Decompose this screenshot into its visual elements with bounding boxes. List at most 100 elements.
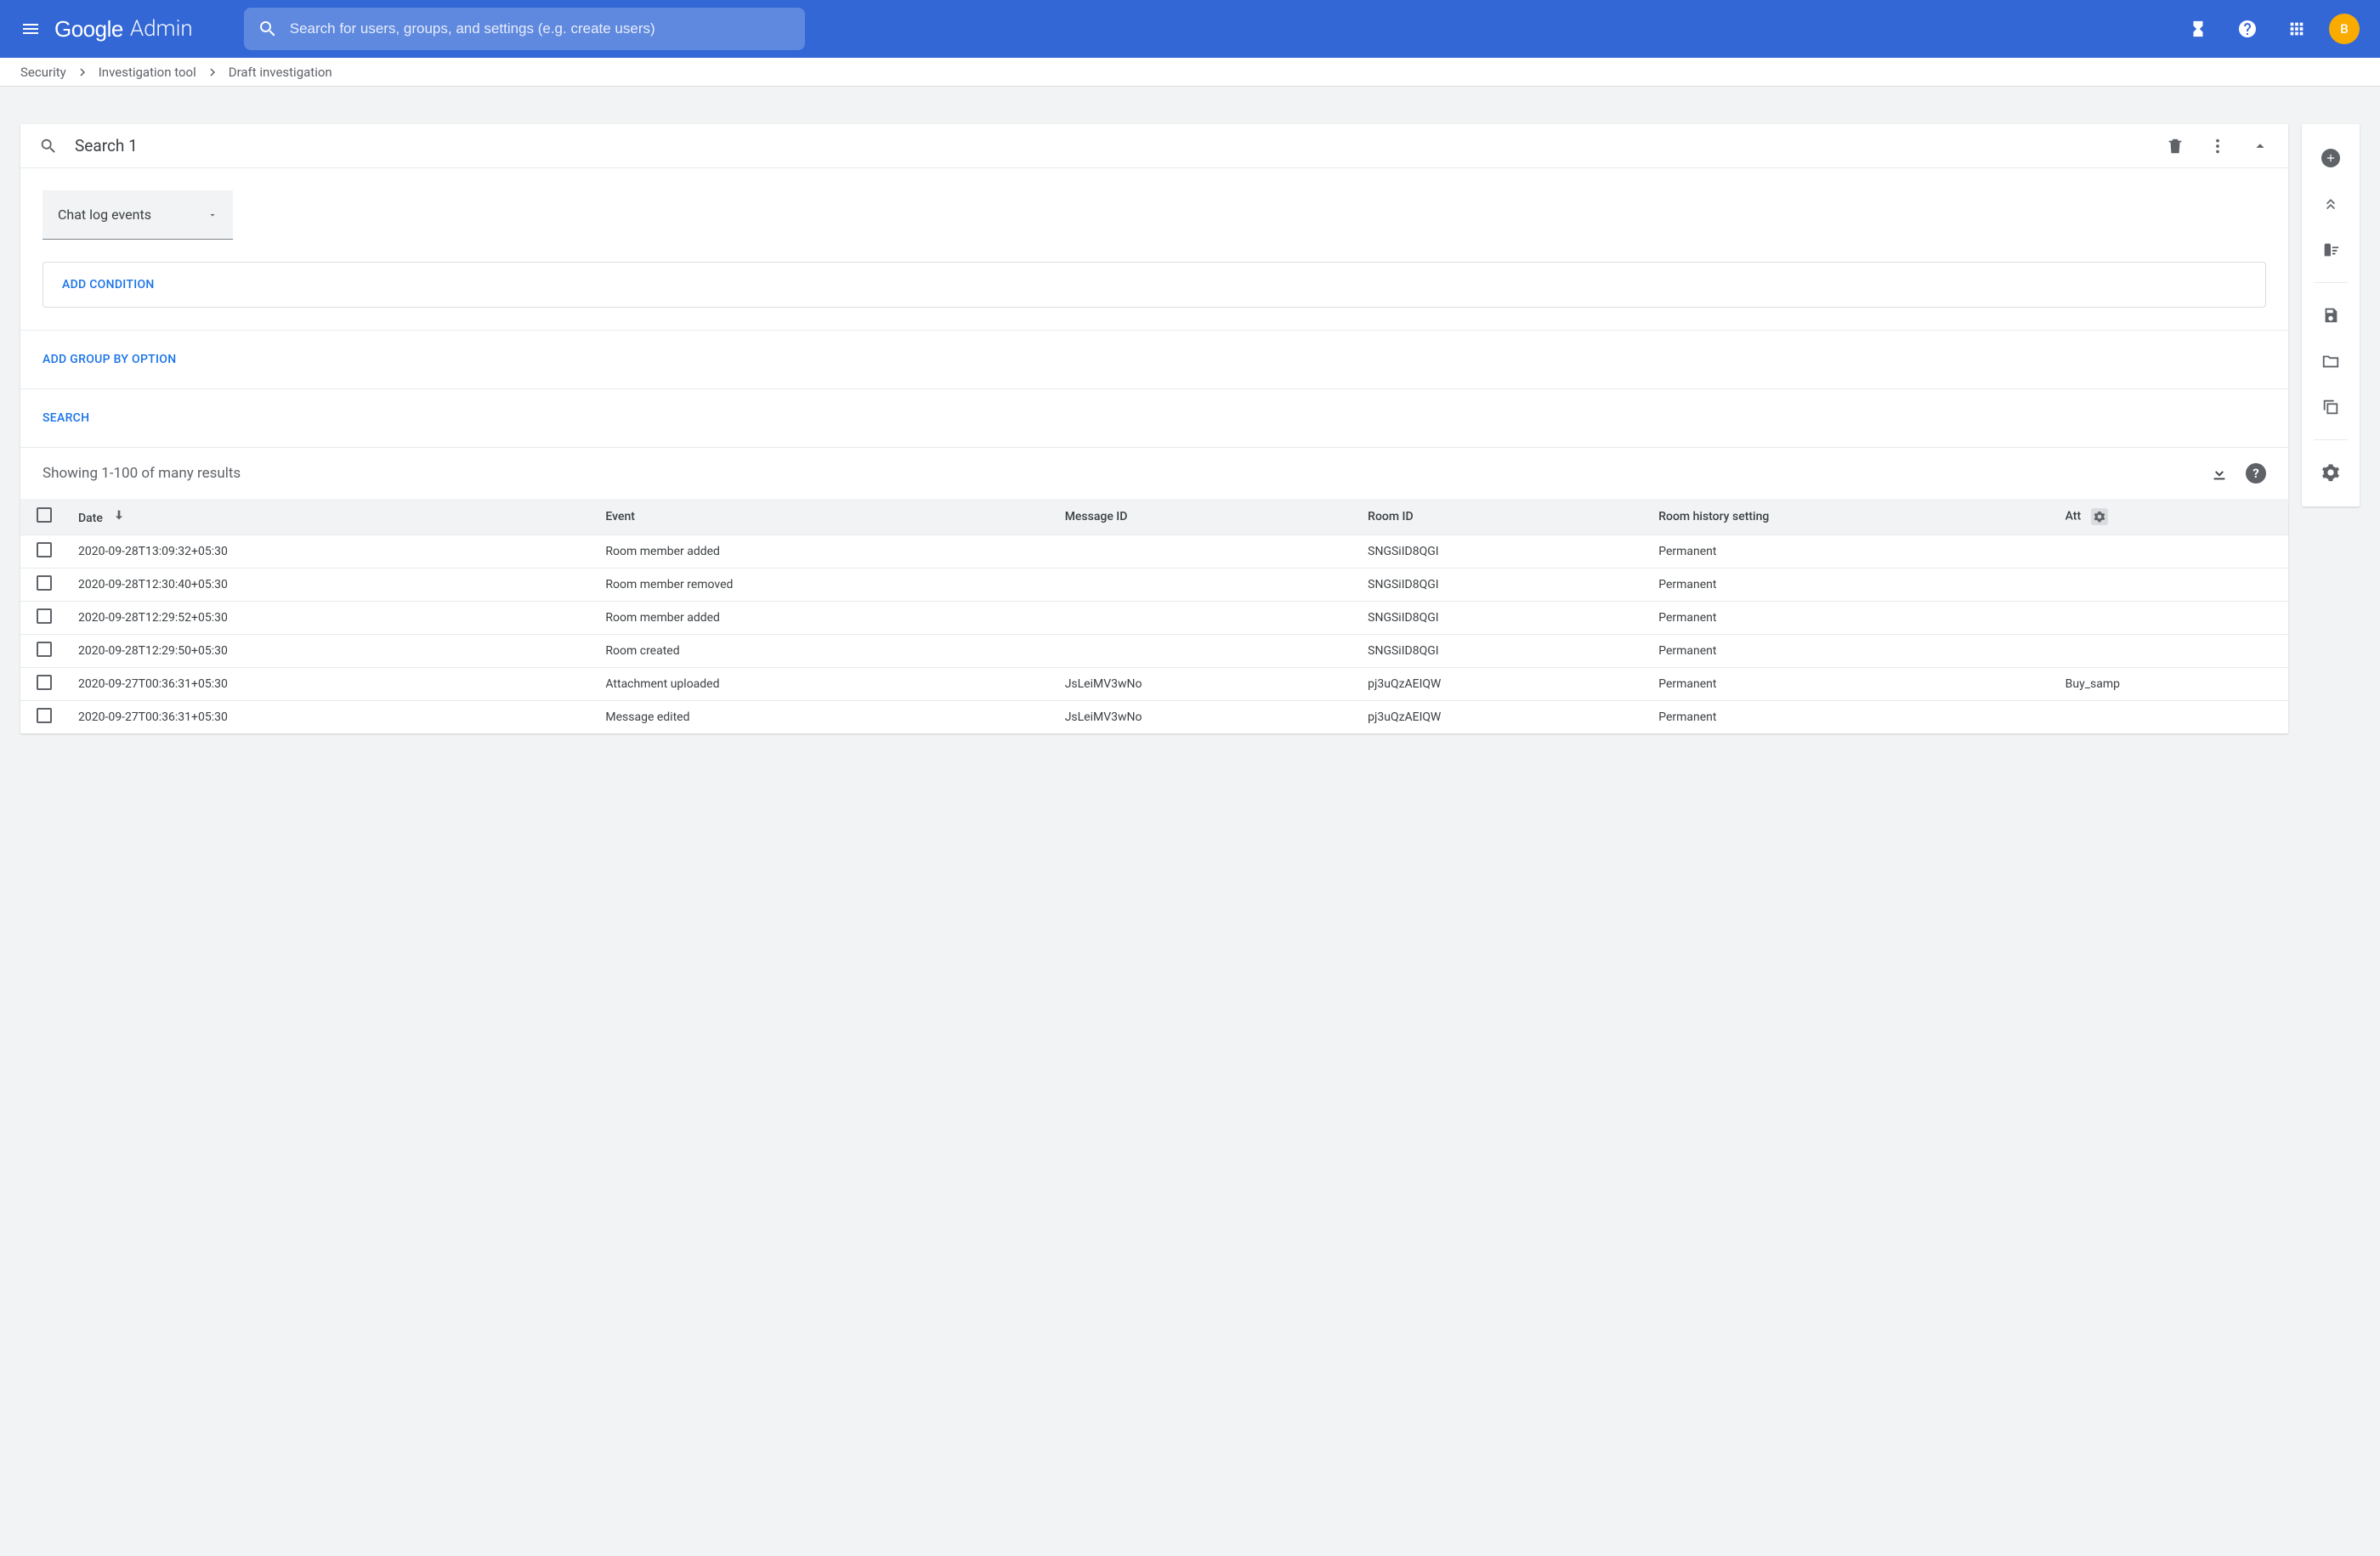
chevron-up-icon[interactable] — [2251, 137, 2270, 156]
cell-date: 2020-09-28T12:29:52+05:30 — [68, 602, 595, 635]
table-row[interactable]: 2020-09-27T00:36:31+05:30Message editedJ… — [20, 701, 2288, 734]
cell-date: 2020-09-27T00:36:31+05:30 — [68, 668, 595, 701]
cell-history: Permanent — [1648, 635, 2054, 668]
cell-history: Permanent — [1648, 701, 2054, 734]
cell-message-id — [1055, 602, 1357, 635]
results-help-button[interactable]: ? — [2246, 463, 2266, 484]
delete-icon[interactable] — [2166, 137, 2184, 156]
row-checkbox[interactable] — [37, 575, 52, 591]
collapse-all-button[interactable] — [2310, 184, 2351, 224]
app-logo[interactable]: Google Admin — [54, 16, 193, 42]
save-button[interactable] — [2310, 295, 2351, 336]
add-group-by-button[interactable]: ADD GROUP BY OPTION — [42, 353, 176, 366]
account-avatar[interactable]: B — [2329, 14, 2360, 44]
cell-room-id: SNGSiID8QGI — [1357, 602, 1648, 635]
open-button[interactable] — [2310, 341, 2351, 382]
breadcrumb-investigation-tool[interactable]: Investigation tool — [99, 65, 196, 80]
folder-icon — [2321, 352, 2340, 371]
search-title: Search 1 — [75, 136, 2154, 156]
cell-message-id — [1055, 569, 1357, 602]
table-row[interactable]: 2020-09-28T12:29:50+05:30Room createdSNG… — [20, 635, 2288, 668]
clear-results-button[interactable] — [2310, 229, 2351, 270]
search-button[interactable]: SEARCH — [42, 411, 89, 425]
cell-history: Permanent — [1648, 535, 2054, 569]
datasource-section: Chat log events ADD CONDITION — [20, 168, 2288, 331]
more-vert-icon[interactable] — [2208, 137, 2227, 156]
delete-sweep-icon — [2321, 240, 2340, 259]
row-checkbox[interactable] — [37, 608, 52, 624]
condition-container: ADD CONDITION — [42, 262, 2266, 308]
gear-icon — [2094, 511, 2105, 523]
table-row[interactable]: 2020-09-28T13:09:32+05:30Room member add… — [20, 535, 2288, 569]
results-summary-bar: Showing 1-100 of many results ? — [20, 448, 2288, 499]
cell-message-id — [1055, 535, 1357, 569]
copy-button[interactable] — [2310, 387, 2351, 427]
double-chevron-up-icon — [2322, 195, 2339, 212]
search-card-header: Search 1 — [20, 124, 2288, 168]
table-row[interactable]: 2020-09-27T00:36:31+05:30Attachment uplo… — [20, 668, 2288, 701]
cell-history: Permanent — [1648, 602, 2054, 635]
cell-date: 2020-09-27T00:36:31+05:30 — [68, 701, 595, 734]
global-search-box[interactable] — [244, 8, 805, 50]
search-card: Search 1 Chat log events ADD CONDITION A… — [20, 124, 2288, 733]
row-checkbox[interactable] — [37, 708, 52, 723]
cell-event: Room member added — [595, 535, 1054, 569]
add-search-button[interactable] — [2310, 138, 2351, 178]
plus-circle-icon — [2321, 149, 2340, 167]
admin-logo-text: Admin — [130, 16, 193, 42]
main-menu-button[interactable] — [10, 8, 51, 49]
results-summary-text: Showing 1-100 of many results — [42, 465, 241, 482]
avatar-initial: B — [2340, 21, 2348, 37]
column-header-room-id[interactable]: Room ID — [1357, 499, 1648, 535]
cell-history: Permanent — [1648, 668, 2054, 701]
column-header-date[interactable]: Date — [68, 499, 595, 535]
google-logo-text: Google — [54, 16, 123, 42]
table-row[interactable]: 2020-09-28T12:30:40+05:30Room member rem… — [20, 569, 2288, 602]
right-rail — [2302, 124, 2360, 506]
column-header-event[interactable]: Event — [595, 499, 1054, 535]
settings-button[interactable] — [2310, 452, 2351, 493]
cell-event: Room member removed — [595, 569, 1054, 602]
gear-icon — [2321, 463, 2340, 482]
cell-attachment — [2055, 635, 2288, 668]
cell-date: 2020-09-28T12:29:50+05:30 — [68, 635, 595, 668]
select-all-checkbox[interactable] — [37, 507, 52, 523]
group-by-section: ADD GROUP BY OPTION — [20, 331, 2288, 389]
column-header-room-history[interactable]: Room history setting — [1648, 499, 2054, 535]
sort-desc-icon — [112, 508, 126, 522]
cell-event: Attachment uploaded — [595, 668, 1054, 701]
row-checkbox[interactable] — [37, 542, 52, 557]
add-condition-button[interactable]: ADD CONDITION — [62, 278, 155, 291]
cell-room-id: pj3uQzAEIQW — [1357, 701, 1648, 734]
cell-attachment — [2055, 535, 2288, 569]
help-icon — [2237, 19, 2258, 39]
cell-history: Permanent — [1648, 569, 2054, 602]
column-header-message-id[interactable]: Message ID — [1055, 499, 1357, 535]
tasks-button[interactable] — [2181, 12, 2215, 46]
search-action-section: SEARCH — [20, 389, 2288, 448]
column-header-attachment[interactable]: Att — [2055, 499, 2288, 535]
cell-event: Room member added — [595, 602, 1054, 635]
breadcrumb-security[interactable]: Security — [20, 65, 66, 80]
column-settings-button[interactable] — [2091, 508, 2108, 525]
app-header: Google Admin B — [0, 0, 2380, 58]
table-row[interactable]: 2020-09-28T12:29:52+05:30Room member add… — [20, 602, 2288, 635]
help-button[interactable] — [2230, 12, 2264, 46]
row-checkbox[interactable] — [37, 642, 52, 657]
breadcrumb-draft-investigation[interactable]: Draft investigation — [229, 65, 332, 80]
hourglass-icon — [2189, 20, 2207, 38]
global-search-input[interactable] — [290, 20, 791, 37]
cell-room-id: SNGSiID8QGI — [1357, 635, 1648, 668]
datasource-dropdown[interactable]: Chat log events — [42, 190, 233, 240]
datasource-label: Chat log events — [58, 207, 151, 223]
apps-grid-icon — [2287, 20, 2306, 38]
cell-room-id: SNGSiID8QGI — [1357, 569, 1648, 602]
cell-message-id: JsLeiMV3wNo — [1055, 668, 1357, 701]
download-icon[interactable] — [2210, 464, 2229, 483]
cell-attachment: Buy_samp — [2055, 668, 2288, 701]
results-table: Date Event Message ID Room ID Room histo… — [20, 499, 2288, 733]
search-icon — [39, 137, 58, 156]
cell-date: 2020-09-28T13:09:32+05:30 — [68, 535, 595, 569]
apps-button[interactable] — [2280, 12, 2314, 46]
row-checkbox[interactable] — [37, 675, 52, 690]
